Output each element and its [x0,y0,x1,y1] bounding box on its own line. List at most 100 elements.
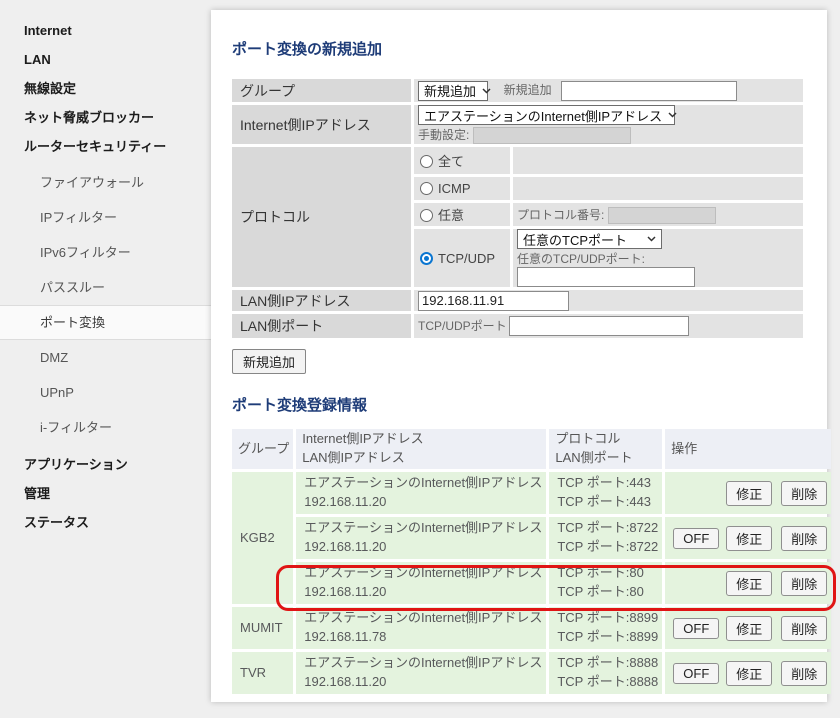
sidebar-item-ipv6-filter[interactable]: IPv6フィルター [0,235,211,270]
edit-button[interactable]: 修正 [726,571,772,596]
sidebar-item-ip-filter[interactable]: IPフィルター [0,200,211,235]
port-forward-list-section: ポート変換登録情報 グループ Internet側IPアドレス LAN側IPアドレ… [232,398,834,697]
lan-ip-input[interactable] [418,291,569,311]
form-row-protocol-all: プロトコル 全て [232,147,803,174]
edit-button[interactable]: 修正 [726,481,772,506]
header-protocol: プロトコル LAN側ポート [549,429,662,469]
protocol-tcpudp-label: TCP/UDP [438,251,495,266]
table-row: エアステーションのInternet側IPアドレス 192.168.11.20 T… [232,517,831,559]
edit-button[interactable]: 修正 [726,616,772,641]
sidebar-item-wireless[interactable]: 無線設定 [0,74,211,103]
protocol-icmp-radio[interactable] [420,182,433,195]
sidebar-item-passthrough[interactable]: パススルー [0,270,211,305]
tcp-port-select[interactable]: 任意のTCPポート [517,229,662,249]
off-button[interactable]: OFF [673,528,719,549]
main-panel: ポート変換の新規追加 グループ 新規追加 新規追加 Internet側IPアドレ… [211,10,827,702]
add-new-button[interactable]: 新規追加 [232,349,306,374]
table-row: TVR エアステーションのInternet側IPアドレス 192.168.11.… [232,652,831,694]
sidebar-item-upnp[interactable]: UPnP [0,375,211,410]
chevron-down-icon [482,88,491,94]
delete-button[interactable]: 削除 [781,616,827,641]
header-actions: 操作 [665,429,831,469]
sidebar-item-lan[interactable]: LAN [0,45,211,74]
form-row-lan-ip: LAN側IPアドレス [232,290,803,311]
lan-ip-label: LAN側IPアドレス [232,290,411,311]
port-forward-table: グループ Internet側IPアドレス LAN側IPアドレス プロトコル LA… [229,426,834,697]
protocol-cell: TCP ポート:443 TCP ポート:443 [549,472,662,514]
actions-cell: OFF 修正 削除 [665,607,831,649]
table-row: MUMIT エアステーションのInternet側IPアドレス 192.168.1… [232,607,831,649]
port-forward-add-form: グループ 新規追加 新規追加 Internet側IPアドレス エアステーションの… [229,76,806,341]
sidebar-item-router-security[interactable]: ルーターセキュリティー [0,132,211,161]
protocol-tcpudp-radio[interactable] [420,252,433,265]
table-header-row: グループ Internet側IPアドレス LAN側IPアドレス プロトコル LA… [232,429,831,469]
protocol-all-label: 全て [438,154,464,169]
tcpudp-port-label: 任意のTCP/UDPポート: [517,252,645,266]
group-cell: MUMIT [232,607,293,649]
delete-button[interactable]: 削除 [781,526,827,551]
list-section-title: ポート変換登録情報 [232,398,834,414]
lan-port-type-label: TCP/UDPポート [418,319,507,333]
actions-cell: 修正 削除 [665,472,831,514]
wan-ip-select-value: エアステーションのInternet側IPアドレス [424,106,662,125]
protocol-cell: TCP ポート:8722 TCP ポート:8722 [549,517,662,559]
protocol-custom-radio[interactable] [420,209,433,222]
chevron-down-icon [647,236,656,242]
group-new-input[interactable] [561,81,737,101]
delete-button[interactable]: 削除 [781,481,827,506]
form-row-group: グループ 新規追加 新規追加 [232,79,803,102]
lan-port-label: LAN側ポート [232,314,411,338]
sidebar-nav: Internet LAN 無線設定 ネット脅威ブロッカー ルーターセキュリティー… [0,0,211,718]
lan-port-input[interactable] [509,316,689,336]
actions-cell: 修正 削除 [665,562,831,604]
table-row-highlighted: エアステーションのInternet側IPアドレス 192.168.11.20 T… [232,562,831,604]
header-wan-lan: Internet側IPアドレス LAN側IPアドレス [296,429,546,469]
group-select[interactable]: 新規追加 [418,81,488,101]
actions-cell: OFF 修正 削除 [665,517,831,559]
sidebar-item-dmz[interactable]: DMZ [0,340,211,375]
header-group: グループ [232,429,293,469]
off-button[interactable]: OFF [673,618,719,639]
off-button[interactable]: OFF [673,663,719,684]
sidebar-item-firewall[interactable]: ファイアウォール [0,165,211,200]
port-forward-add-section: ポート変換の新規追加 グループ 新規追加 新規追加 Internet側IPアドレ… [232,42,806,374]
group-new-label: 新規追加 [504,83,552,97]
wan-ip-select[interactable]: エアステーションのInternet側IPアドレス [418,105,675,125]
wan-lan-cell: エアステーションのInternet側IPアドレス 192.168.11.20 [296,472,546,514]
protocol-label: プロトコル [232,147,411,287]
protocol-number-label: プロトコル番号: [517,208,604,222]
sidebar-item-port-forwarding[interactable]: ポート変換 [0,305,211,340]
wan-lan-cell: エアステーションのInternet側IPアドレス 192.168.11.20 [296,562,546,604]
wan-lan-cell: エアステーションのInternet側IPアドレス 192.168.11.20 [296,517,546,559]
group-select-value: 新規追加 [424,81,476,100]
wan-ip-label: Internet側IPアドレス [232,105,411,144]
edit-button[interactable]: 修正 [726,661,772,686]
sidebar-item-applications[interactable]: アプリケーション [0,450,211,479]
form-row-lan-port: LAN側ポート TCP/UDPポート [232,314,803,338]
tcp-port-select-value: 任意のTCPポート [523,230,627,249]
delete-button[interactable]: 削除 [781,661,827,686]
sidebar-item-internet[interactable]: Internet [0,16,211,45]
chevron-down-icon [668,112,677,118]
sidebar-item-status[interactable]: ステータス [0,508,211,537]
group-cell: KGB2 [232,472,293,604]
wan-lan-cell: エアステーションのInternet側IPアドレス 192.168.11.78 [296,607,546,649]
protocol-cell: TCP ポート:8888 TCP ポート:8888 [549,652,662,694]
protocol-custom-label: 任意 [438,208,464,223]
sidebar-item-admin[interactable]: 管理 [0,479,211,508]
form-row-wan-ip: Internet側IPアドレス エアステーションのInternet側IPアドレス… [232,105,803,144]
edit-button[interactable]: 修正 [726,526,772,551]
table-row: KGB2 エアステーションのInternet側IPアドレス 192.168.11… [232,472,831,514]
tcpudp-port-input[interactable] [517,267,695,287]
manual-setting-input [473,127,631,144]
manual-setting-label: 手動設定: [418,128,469,142]
group-cell: TVR [232,652,293,694]
sidebar-item-threat-blocker[interactable]: ネット脅威ブロッカー [0,103,211,132]
delete-button[interactable]: 削除 [781,571,827,596]
protocol-icmp-label: ICMP [438,181,471,196]
group-label: グループ [232,79,411,102]
protocol-number-input [608,207,716,224]
sidebar-item-i-filter[interactable]: i-フィルター [0,410,211,445]
protocol-all-radio[interactable] [420,155,433,168]
protocol-cell: TCP ポート:80 TCP ポート:80 [549,562,662,604]
